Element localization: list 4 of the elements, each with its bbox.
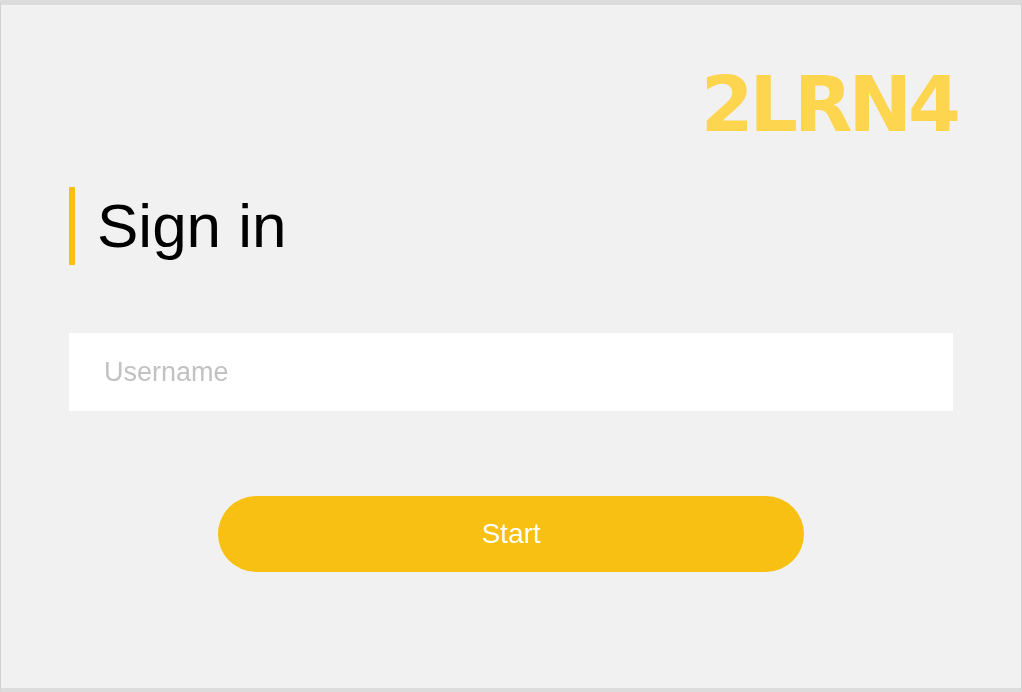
- start-button[interactable]: Start: [218, 496, 804, 572]
- username-field[interactable]: Username: [69, 333, 953, 411]
- page-title: Sign in: [69, 187, 953, 265]
- logo: 2LRN4: [700, 67, 957, 143]
